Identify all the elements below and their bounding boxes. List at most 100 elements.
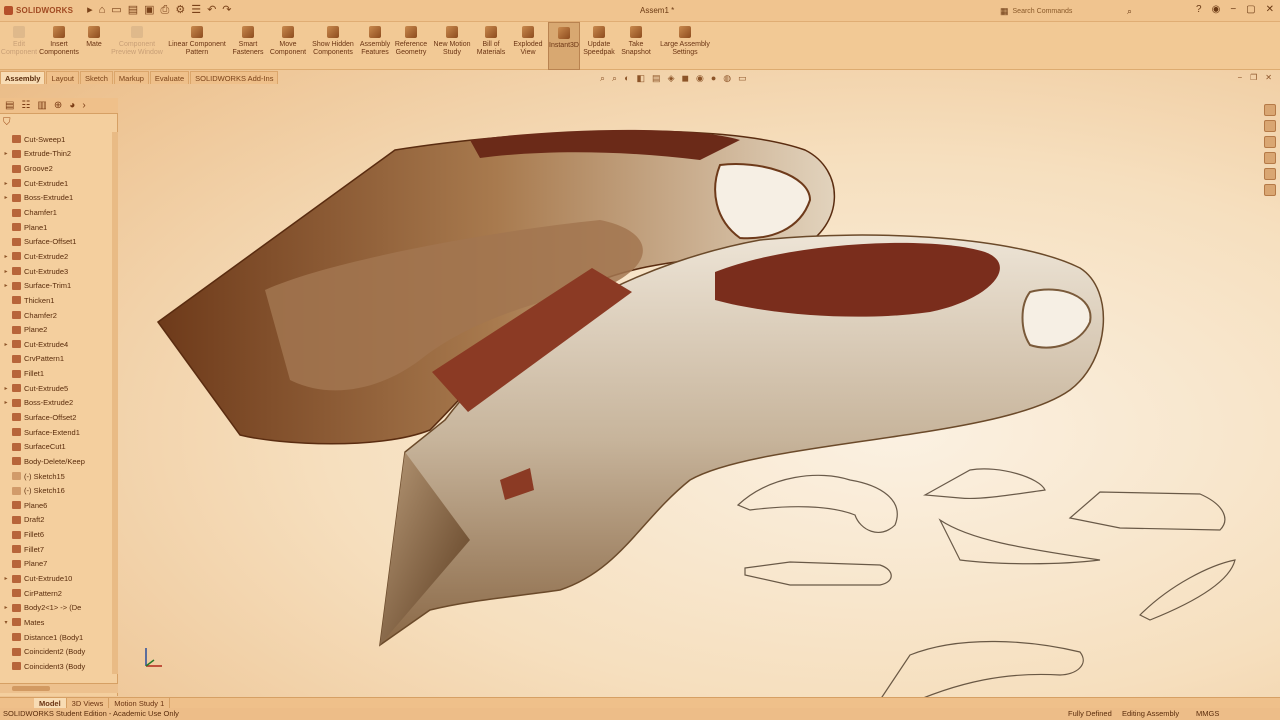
home-icon[interactable]: ⌂	[99, 5, 106, 16]
ribbon-button-10[interactable]: New Motion Study	[430, 22, 474, 70]
tree-node[interactable]: CirPattern2	[0, 586, 112, 601]
view-orientation-icon[interactable]: ◈	[668, 73, 675, 84]
tree-node[interactable]: ▸ Extrude-Thin2	[0, 147, 112, 162]
expand-arrow-icon[interactable]: ▸	[0, 180, 12, 187]
ribbon-button-16[interactable]: Large Assembly Settings	[654, 22, 716, 70]
expand-arrow-icon[interactable]: ▸	[0, 604, 12, 611]
undo-icon[interactable]: ↶	[207, 5, 216, 16]
graphics-area[interactable]	[0, 0, 1280, 720]
tree-node[interactable]: ▸ Boss-Extrude1	[0, 191, 112, 206]
tree-node[interactable]: (-) Sketch16	[0, 483, 112, 498]
filter-icon[interactable]: ⛉	[3, 117, 11, 128]
view-palette-icon[interactable]	[1264, 152, 1276, 164]
new-document-icon[interactable]: ▭	[111, 5, 121, 16]
doc-close-icon[interactable]: ✕	[1265, 73, 1272, 82]
ribbon-button-6[interactable]: Move Component	[268, 22, 308, 70]
tree-node[interactable]: Cut-Sweep1	[0, 132, 112, 147]
more-tabs-icon[interactable]: ›	[82, 100, 85, 111]
tree-node[interactable]: ▸ Cut-Extrude2	[0, 249, 112, 264]
solidworks-logo[interactable]: SOLIDWORKS	[4, 6, 73, 15]
tree-node[interactable]: ▸ Cut-Extrude5	[0, 381, 112, 396]
ribbon-button-2[interactable]: Mate	[80, 22, 108, 70]
ribbon-button-8[interactable]: Assembly Features	[358, 22, 392, 70]
expand-arrow-icon[interactable]: ▸	[0, 399, 12, 406]
expand-arrow-icon[interactable]: ▸	[0, 150, 12, 157]
expand-arrow-icon[interactable]: ▸	[0, 385, 12, 392]
tree-node[interactable]: Coincident2 (Body	[0, 644, 112, 659]
file-explorer-icon[interactable]	[1264, 136, 1276, 148]
open-folder-icon[interactable]: ▤	[128, 5, 138, 16]
tree-node[interactable]: Surface-Offset1	[0, 234, 112, 249]
tree-node[interactable]: SurfaceCut1	[0, 439, 112, 454]
ribbon-button-0[interactable]: Edit Component	[0, 22, 38, 70]
tree-node[interactable]: ▾ Mates	[0, 615, 112, 630]
account-icon[interactable]: ◉	[1212, 4, 1221, 15]
hide-show-items-icon[interactable]: ◉	[696, 73, 704, 84]
bottom-tab-1[interactable]: 3D Views	[67, 698, 110, 708]
tree-node[interactable]: Plane7	[0, 557, 112, 572]
property-manager-tab-icon[interactable]: ☷	[21, 100, 30, 111]
tab-1[interactable]: Layout	[46, 71, 79, 84]
help-icon[interactable]: ?	[1196, 4, 1202, 15]
tree-node[interactable]: Thicken1	[0, 293, 112, 308]
tree-vertical-scrollbar[interactable]	[112, 132, 118, 674]
tree-node[interactable]: Plane1	[0, 220, 112, 235]
zoom-to-fit-icon[interactable]: ⌕	[600, 73, 605, 84]
expand-arrow-icon[interactable]: ▸	[0, 282, 12, 289]
expand-arrow-icon[interactable]: ▸	[0, 575, 12, 582]
appearances-icon[interactable]	[1264, 168, 1276, 180]
expand-arrow-icon[interactable]: ▸	[0, 194, 12, 201]
search-input[interactable]: Search Commands	[1013, 8, 1073, 15]
ribbon-button-11[interactable]: Bill of Materials	[474, 22, 508, 70]
doc-minimize-icon[interactable]: −	[1237, 73, 1242, 82]
previous-view-icon[interactable]: ◐	[624, 73, 629, 84]
close-icon[interactable]: ✕	[1266, 4, 1274, 15]
doc-restore-icon[interactable]: ❐	[1250, 73, 1257, 82]
tree-horizontal-scrollbar[interactable]	[0, 683, 118, 693]
tree-node[interactable]: Distance1 (Body1	[0, 630, 112, 645]
tree-node[interactable]: Fillet6	[0, 527, 112, 542]
section-view-icon[interactable]: ◧	[637, 73, 646, 84]
ribbon-button-3[interactable]: Component Preview Window	[108, 22, 166, 70]
tree-node[interactable]: Chamfer1	[0, 205, 112, 220]
tree-node[interactable]: Fillet1	[0, 366, 112, 381]
ribbon-button-1[interactable]: Insert Components	[38, 22, 80, 70]
tab-scroll-arrows[interactable]	[0, 698, 34, 708]
ribbon-button-7[interactable]: Show Hidden Components	[308, 22, 358, 70]
feature-manager-tab-icon[interactable]: ▤	[5, 100, 14, 111]
tree-node[interactable]: ▸ Cut-Extrude1	[0, 176, 112, 191]
scroll-thumb[interactable]	[12, 686, 50, 691]
tree-node[interactable]: ▸ Surface-Trim1	[0, 278, 112, 293]
tab-4[interactable]: Evaluate	[149, 71, 190, 84]
ribbon-button-4[interactable]: Linear Component Pattern	[166, 22, 228, 70]
ribbon-button-5[interactable]: Smart Fasteners	[228, 22, 268, 70]
tab-0[interactable]: Assembly	[0, 71, 46, 84]
solidworks-resources-icon[interactable]	[1264, 104, 1276, 116]
zoom-area-icon[interactable]: ⌕	[612, 73, 617, 84]
tree-node[interactable]: CrvPattern1	[0, 352, 112, 367]
view-settings-icon[interactable]: ▭	[738, 73, 747, 84]
save-icon[interactable]: ▣	[144, 5, 154, 16]
restore-icon[interactable]: ▢	[1246, 4, 1255, 15]
tree-node[interactable]: ▸ Cut-Extrude10	[0, 571, 112, 586]
dynamic-annotation-icon[interactable]: ▤	[652, 73, 661, 84]
ribbon-button-12[interactable]: Exploded View	[508, 22, 548, 70]
tree-node[interactable]: (-) Sketch15	[0, 469, 112, 484]
tree-node[interactable]: Groove2	[0, 161, 112, 176]
tree-node[interactable]: Plane6	[0, 498, 112, 513]
expand-arrow-icon[interactable]: ▸	[0, 268, 12, 275]
display-style-icon[interactable]: ◼	[681, 73, 688, 84]
redo-icon[interactable]: ↷	[222, 5, 231, 16]
tab-5[interactable]: SOLIDWORKS Add-Ins	[190, 71, 279, 84]
tree-node[interactable]: Coincident3 (Body	[0, 659, 112, 674]
expand-arrow-icon[interactable]: ▸	[87, 5, 93, 16]
ribbon-button-14[interactable]: Update Speedpak	[580, 22, 618, 70]
print-icon[interactable]: ⎙	[161, 5, 170, 16]
minimize-icon[interactable]: −	[1230, 4, 1236, 15]
expand-arrow-icon[interactable]: ▾	[0, 619, 12, 626]
tree-node[interactable]: Surface-Offset2	[0, 410, 112, 425]
options-gear-icon[interactable]: ⚙	[175, 5, 185, 16]
tree-node[interactable]: Chamfer2	[0, 308, 112, 323]
ribbon-button-13[interactable]: Instant3D	[548, 22, 580, 70]
tree-node[interactable]: Body-Delete/Keep	[0, 454, 112, 469]
